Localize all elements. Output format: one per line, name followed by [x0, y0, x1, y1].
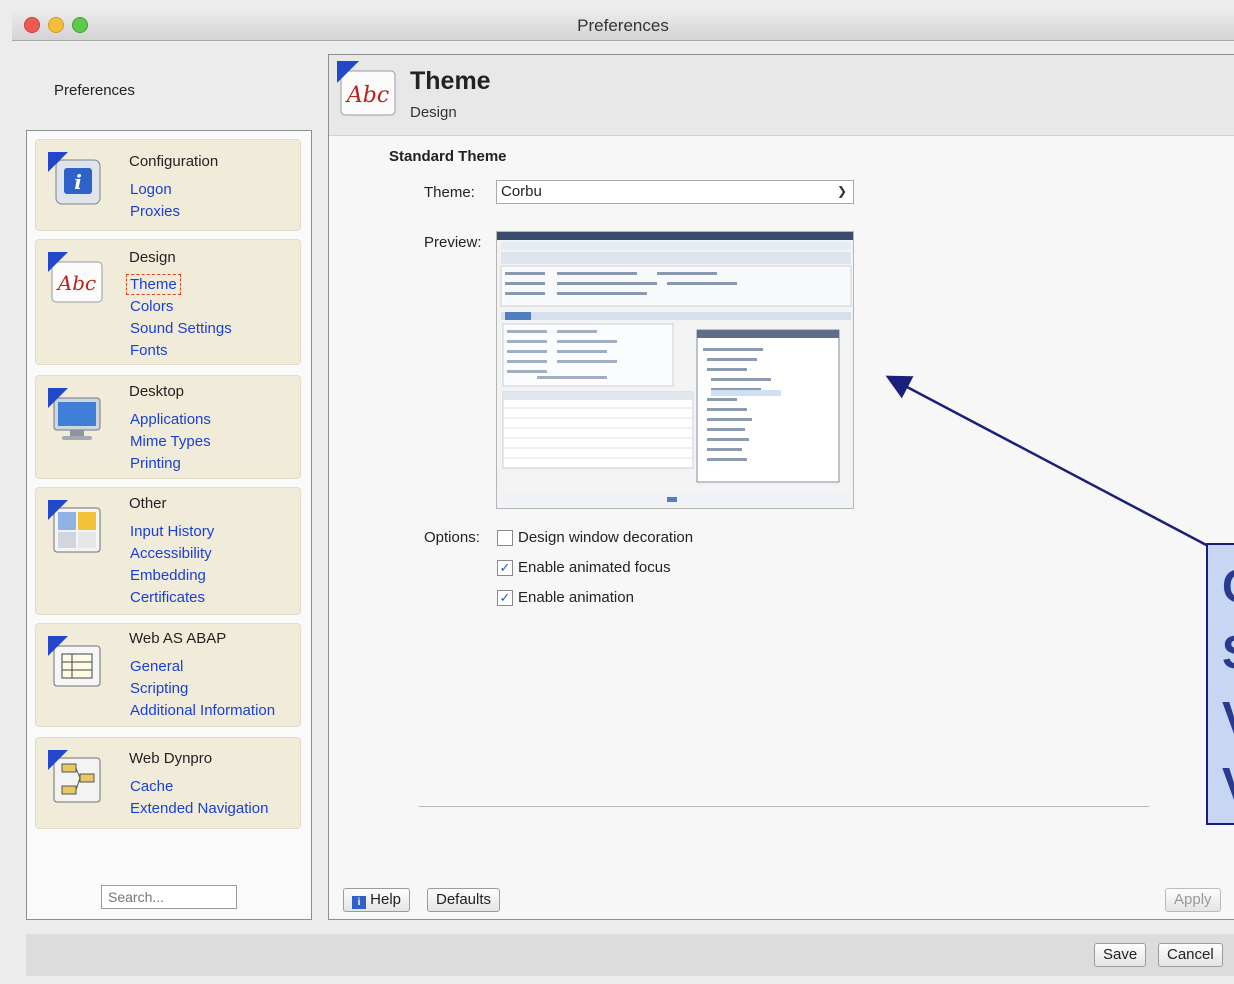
callout-line: V [1222, 695, 1234, 741]
callout-line: C [1222, 563, 1234, 609]
annotation-callout: C S V V [1206, 543, 1234, 825]
callout-arrow [885, 375, 1213, 550]
callout-line: V [1222, 761, 1234, 807]
callout-line: S [1222, 629, 1234, 675]
